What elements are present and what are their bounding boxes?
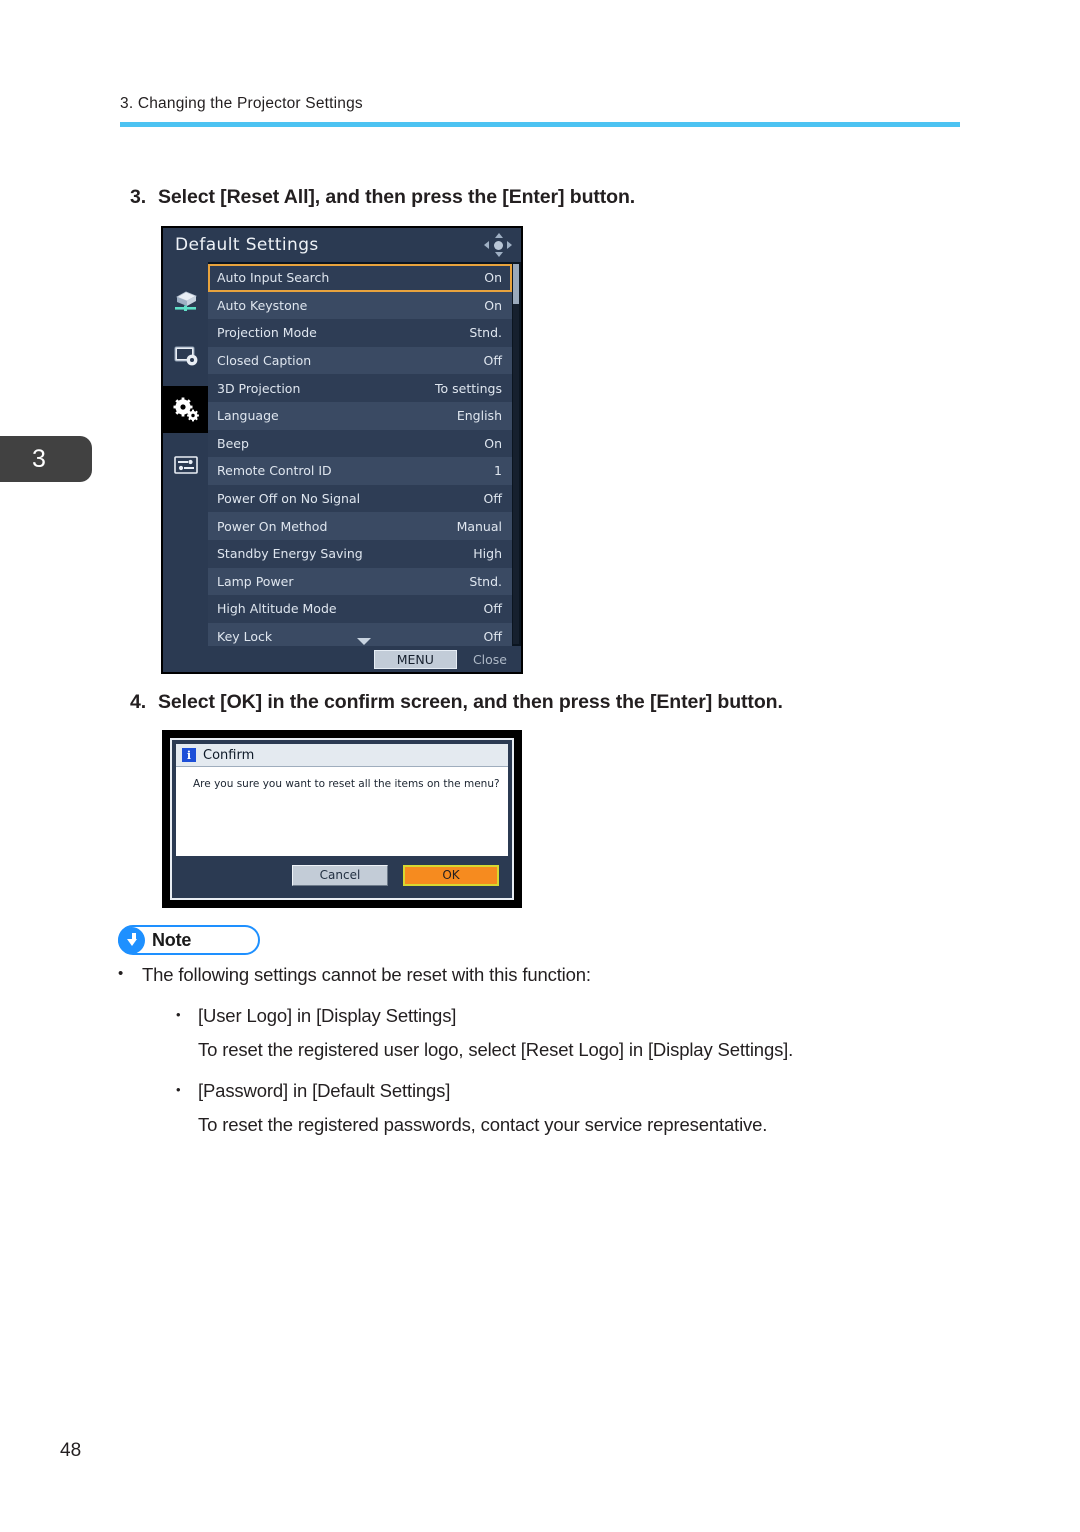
osd-row-value: Manual (456, 518, 502, 534)
osd-row-value: Off (483, 491, 502, 507)
bullet-icon: • (118, 965, 124, 982)
ok-button[interactable]: OK (403, 864, 499, 886)
step-4-number: 4. (130, 691, 147, 713)
osd-row-label: Language (217, 408, 279, 424)
osd-row[interactable]: 3D Projection To settings (208, 374, 512, 402)
dpad-icon (484, 233, 512, 257)
osd-row-value: On (484, 270, 502, 286)
osd-row-label: Auto Keystone (217, 297, 308, 313)
osd-row-label: High Altitude Mode (217, 601, 337, 617)
screen-settings-icon[interactable] (163, 331, 208, 378)
scroll-down-arrow-icon[interactable] (356, 638, 371, 645)
osd-row-value: Stnd. (469, 325, 502, 341)
note-item1-text: [User Logo] in [Display Settings] (198, 1005, 457, 1026)
osd-title: Default Settings (175, 235, 319, 255)
osd-row[interactable]: Power On Method Manual (208, 512, 512, 540)
osd-row-label: Key Lock (217, 629, 273, 645)
page-number: 48 (60, 1440, 82, 1461)
step-3-text: Select [Reset All], and then press the [… (158, 186, 636, 208)
osd-row[interactable]: Remote Control ID 1 (208, 457, 512, 485)
note-sub-item-1: • [User Logo] in [Display Settings] (176, 1005, 918, 1027)
osd-row[interactable]: Closed Caption Off (208, 346, 512, 375)
sliders-icon[interactable] (163, 441, 208, 488)
confirm-buttons: Cancel OK (176, 856, 508, 894)
confirm-dialog-figure: i Confirm Are you sure you want to reset… (162, 730, 522, 908)
osd-row-label: 3D Projection (217, 380, 301, 396)
osd-settings-list: Auto Input Search On Auto Keystone On Projec… (208, 264, 521, 646)
note-intro-text: The following settings cannot be reset w… (142, 964, 591, 985)
running-header: 3. Changing the Projector Settings (120, 95, 960, 127)
down-arrow-icon (118, 926, 145, 954)
note-body: • The following settings cannot be reset… (118, 964, 918, 1155)
osd-row-value: To settings (435, 380, 502, 396)
osd-row-value: 1 (494, 463, 502, 479)
confirm-content: Are you sure you want to reset all the i… (176, 767, 508, 856)
osd-row-label: Standby Energy Saving (217, 546, 363, 562)
step-4-text: Select [OK] in the confirm screen, and t… (158, 691, 783, 713)
osd-row-label: Power Off on No Signal (217, 491, 361, 507)
osd-row-value: High (473, 546, 502, 562)
step-3-number: 3. (130, 186, 147, 208)
bullet-icon: • (176, 1007, 181, 1022)
bullet-icon: • (176, 1082, 181, 1097)
info-icon: i (182, 748, 196, 762)
gears-icon[interactable] (163, 386, 208, 433)
osd-row[interactable]: Lamp Power Stnd. (208, 567, 512, 596)
osd-row[interactable]: Language English (208, 401, 512, 430)
projector-icon[interactable] (163, 276, 208, 323)
scrollbar-thumb[interactable] (513, 264, 519, 304)
osd-row[interactable]: Auto Keystone On (208, 291, 512, 320)
osd-row-value: Off (483, 629, 502, 645)
osd-body: Auto Input Search On Auto Keystone On Projec… (163, 262, 521, 646)
osd-scrollbar[interactable] (513, 264, 519, 644)
osd-row-label: Projection Mode (217, 325, 317, 341)
osd-row[interactable]: Beep On (208, 429, 512, 458)
note-intro-item: • The following settings cannot be reset… (118, 964, 918, 986)
osd-row-value: Off (483, 601, 502, 617)
osd-row-value: On (484, 297, 502, 313)
osd-row-label: Closed Caption (217, 353, 312, 369)
osd-sidebar (163, 262, 208, 646)
chapter-tab: 3 (0, 436, 92, 482)
osd-row-value: English (456, 408, 502, 424)
chapter-number: 3 (32, 444, 46, 473)
cancel-button[interactable]: Cancel (292, 864, 388, 886)
close-label[interactable]: Close (473, 652, 507, 667)
note-item2-text: [Password] in [Default Settings] (198, 1080, 451, 1101)
osd-row[interactable]: Projection Mode Stnd. (208, 319, 512, 347)
osd-row-label: Remote Control ID (217, 463, 332, 479)
osd-titlebar: Default Settings (163, 228, 521, 262)
osd-menu: Default Settings Auto Input Search On Au… (163, 228, 521, 672)
note-item2-detail: To reset the registered passwords, conta… (198, 1114, 768, 1135)
confirm-titlebar: i Confirm (176, 744, 508, 767)
osd-row[interactable]: Auto Input Search On (208, 264, 512, 292)
confirm-dialog: i Confirm Are you sure you want to reset… (170, 738, 514, 900)
osd-row[interactable]: Standby Energy Saving High (208, 539, 512, 568)
confirm-message: Are you sure you want to reset all the i… (193, 778, 500, 790)
running-header-title: 3. Changing the Projector Settings (120, 95, 363, 112)
menu-button[interactable]: MENU (373, 649, 457, 669)
osd-row-label: Beep (217, 435, 249, 451)
osd-row-label: Power On Method (217, 518, 328, 534)
osd-row[interactable]: High Altitude Mode Off (208, 595, 512, 623)
osd-row-value: Stnd. (469, 573, 502, 589)
step-4: 4. Select [OK] in the confirm screen, an… (130, 691, 783, 714)
osd-row-value: On (484, 435, 502, 451)
osd-row[interactable]: Power Off on No Signal Off (208, 484, 512, 513)
note-badge: Note (118, 925, 260, 955)
note-sub-item-2: • [Password] in [Default Settings] (176, 1080, 918, 1102)
confirm-title: Confirm (203, 747, 255, 763)
note-label: Note (152, 929, 192, 950)
note-item1-detail: To reset the registered user logo, selec… (198, 1039, 794, 1060)
projector-menu-figure: Default Settings Auto Input Search On Au… (161, 226, 523, 674)
osd-row-label: Lamp Power (217, 573, 294, 589)
osd-row-value: Off (483, 353, 502, 369)
step-3: 3. Select [Reset All], and then press th… (130, 186, 635, 209)
osd-list-wrap: Auto Input Search On Auto Keystone On Projec… (208, 262, 521, 646)
header-rule (120, 122, 960, 127)
osd-row-label: Auto Input Search (217, 270, 330, 286)
osd-footer: MENU Close (163, 646, 521, 672)
